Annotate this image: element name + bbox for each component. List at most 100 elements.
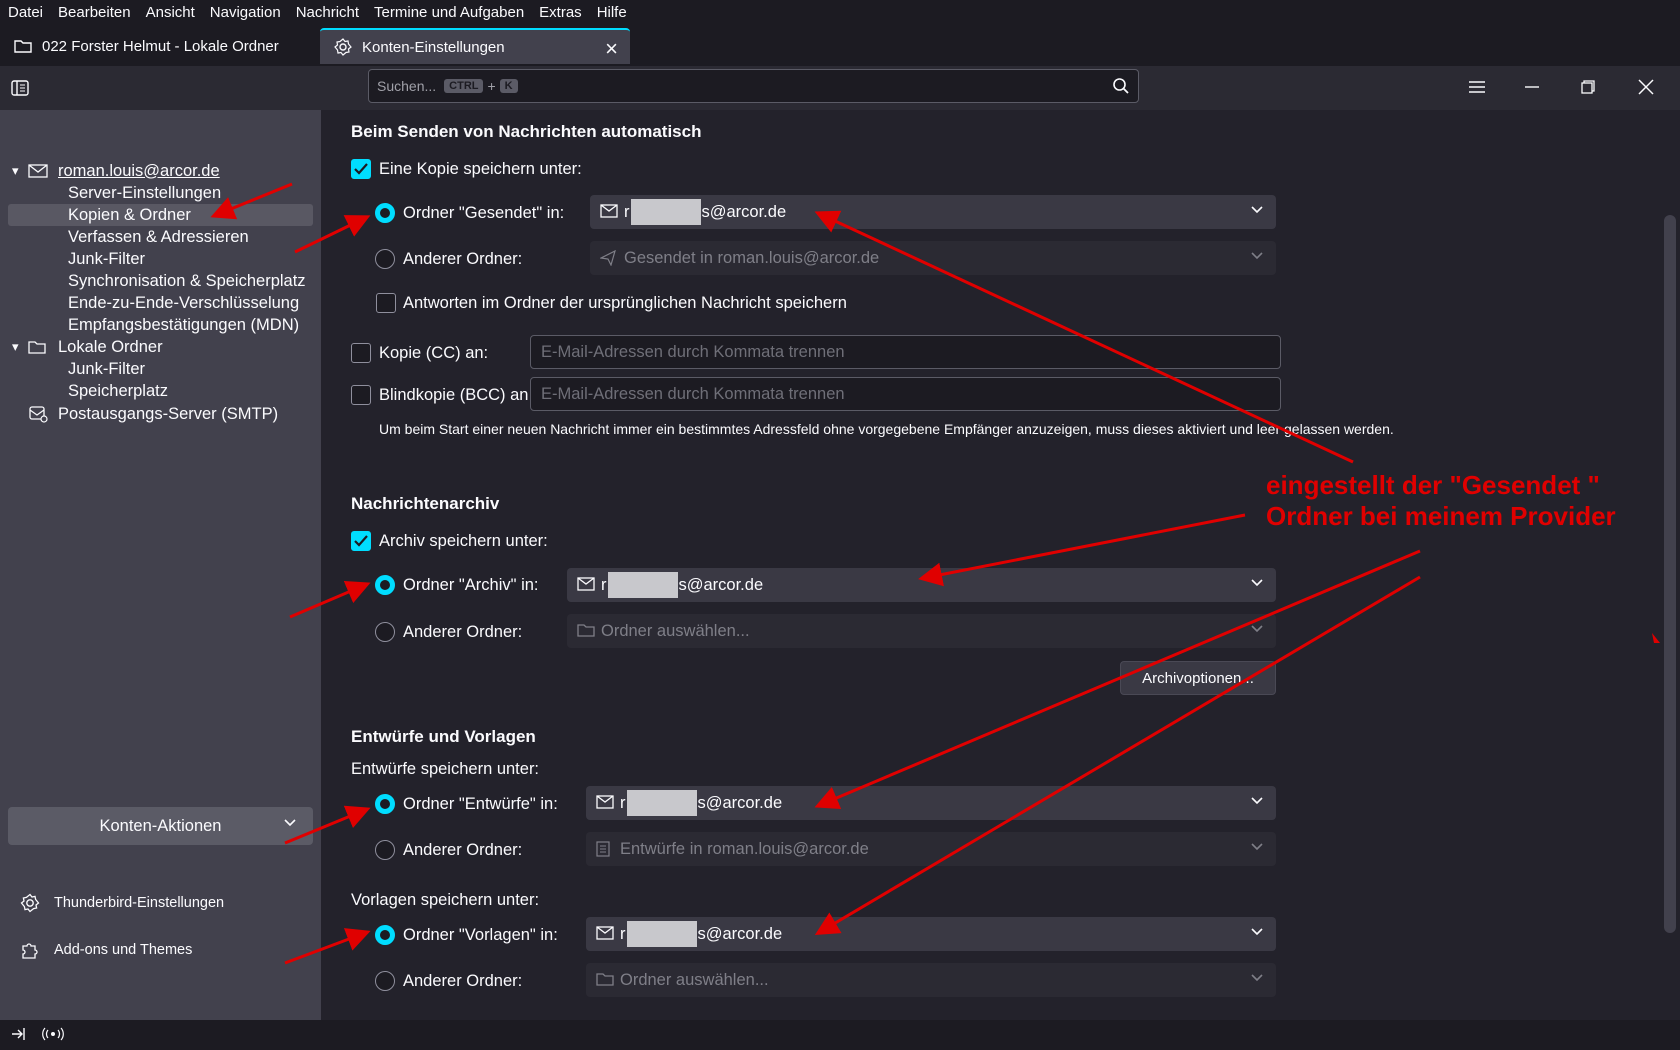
menu-extras[interactable]: Extras (539, 4, 582, 21)
chevron-down-icon[interactable]: ▾ (12, 339, 28, 355)
search-icon[interactable] (1112, 77, 1130, 98)
tab-account-settings[interactable]: Konten-Einstellungen × (320, 28, 630, 64)
menu-bearbeiten[interactable]: Bearbeiten (58, 4, 131, 21)
app-menu-icon[interactable] (1464, 74, 1490, 100)
chevron-down-icon (1250, 203, 1264, 220)
templates-folder-select[interactable]: r s@arcor.de (586, 917, 1276, 951)
tree-local-junk[interactable]: Junk-Filter (68, 358, 145, 380)
templates-other-label: Anderer Ordner: (403, 972, 523, 990)
redaction-block (626, 921, 697, 947)
chevron-down-icon (1250, 794, 1264, 811)
templates-save-label: Vorlagen speichern unter: (351, 891, 540, 909)
templates-other-select[interactable]: Ordner auswählen... (586, 963, 1276, 997)
puzzle-icon (20, 940, 42, 960)
account-actions-button[interactable]: Konten-Aktionen (8, 807, 313, 845)
tree-copies-folders[interactable]: Kopien & Ordner (8, 204, 313, 226)
cc-input[interactable]: E-Mail-Adressen durch Kommata trennen (530, 335, 1281, 369)
chevron-down-icon[interactable]: ▾ (12, 163, 28, 179)
menu-navigation[interactable]: Navigation (210, 4, 281, 21)
tree-local-storage[interactable]: Speicherplatz (68, 380, 168, 402)
drafts-folder-select[interactable]: r s@arcor.de (586, 786, 1276, 820)
shortcut-key-k: K (499, 79, 518, 93)
templates-folder-value: s@arcor.de (697, 924, 783, 943)
menu-hilfe[interactable]: Hilfe (597, 4, 627, 21)
folder-icon (28, 340, 50, 354)
tree-account[interactable]: ▾ roman.louis@arcor.de (12, 160, 220, 182)
tree-junk[interactable]: Junk-Filter (68, 248, 145, 270)
sent-other-label: Anderer Ordner: (403, 250, 523, 268)
layout-icon[interactable] (10, 78, 30, 98)
tree-smtp[interactable]: Postausgangs-Server (SMTP) (28, 403, 278, 425)
archive-other-radio[interactable] (375, 622, 395, 642)
tab-bar: 022 Forster Helmut - Lokale Ordner Konte… (0, 24, 1680, 66)
annotation-line: Ordner bei meinem Provider (1266, 501, 1616, 531)
tree-local-folders[interactable]: ▾ Lokale Ordner (12, 336, 163, 358)
annotation-line: eingestellt der "Gesendet " (1266, 470, 1600, 500)
chevron-down-icon (1250, 925, 1264, 942)
drafts-other-radio[interactable] (375, 840, 395, 860)
tree-label: Junk-Filter (68, 249, 146, 268)
archive-folder-label: Ordner "Archiv" in: (403, 576, 539, 594)
outgoing-server-icon (28, 405, 50, 423)
settings-link-label: Thunderbird-Einstellungen (54, 895, 225, 911)
restore-icon[interactable] (1575, 74, 1601, 100)
status-bar (0, 1020, 1680, 1050)
menu-datei[interactable]: Datei (8, 4, 43, 21)
redaction-block (626, 790, 697, 816)
folder-icon (577, 623, 595, 639)
online-status-icon[interactable] (42, 1027, 64, 1044)
section-title-archive: Nachrichtenarchiv (351, 494, 500, 513)
sent-folder-select[interactable]: r s@arcor.de (590, 195, 1276, 229)
drafts-folder-label: Ordner "Entwürfe" in: (403, 795, 558, 813)
smtp-label: Postausgangs-Server (SMTP) (58, 404, 279, 423)
reply-folder-checkbox[interactable] (376, 293, 396, 313)
drafts-other-select[interactable]: Entwürfe in roman.louis@arcor.de (586, 832, 1276, 866)
archive-options-button[interactable]: Archivoptionen... (1120, 661, 1276, 695)
addons-link[interactable]: Add-ons und Themes (20, 938, 192, 962)
close-window-icon[interactable] (1633, 74, 1659, 100)
tree-sync[interactable]: Synchronisation & Speicherplatz (68, 270, 306, 292)
sent-folder-radio[interactable] (375, 203, 395, 223)
drafts-folder-radio[interactable] (375, 794, 395, 814)
sent-other-radio[interactable] (375, 249, 395, 269)
cc-placeholder: E-Mail-Adressen durch Kommata trennen (541, 342, 845, 361)
vertical-scrollbar[interactable] (1660, 110, 1680, 1020)
collapse-pane-icon[interactable] (10, 1027, 26, 1044)
tree-e2e[interactable]: Ende-zu-Ende-Verschlüsselung (68, 292, 299, 314)
tree-server-settings[interactable]: Server-Einstellungen (68, 182, 221, 204)
templates-folder-radio[interactable] (375, 925, 395, 945)
scrollbar-thumb[interactable] (1664, 215, 1676, 933)
close-icon[interactable]: × (605, 36, 618, 62)
mail-account-icon (600, 204, 618, 220)
tree-label: Synchronisation & Speicherplatz (68, 271, 306, 290)
archive-folder-radio[interactable] (375, 575, 395, 595)
archive-folder-select[interactable]: r s@arcor.de (567, 568, 1276, 602)
tree-label: Empfangsbestätigungen (MDN) (68, 315, 300, 334)
menu-ansicht[interactable]: Ansicht (146, 4, 195, 21)
tab-folder[interactable]: 022 Forster Helmut - Lokale Ordner (0, 28, 315, 64)
addons-link-label: Add-ons und Themes (54, 942, 193, 958)
chevron-down-icon (1250, 622, 1264, 639)
account-name: roman.louis@arcor.de (58, 161, 220, 180)
archive-other-value: Ordner auswählen... (601, 621, 750, 640)
copy-checkbox[interactable] (351, 159, 371, 179)
thunderbird-settings-link[interactable]: Thunderbird-Einstellungen (20, 891, 224, 915)
sent-other-select[interactable]: Gesendet in roman.louis@arcor.de (590, 241, 1276, 275)
account-actions-label: Konten-Aktionen (99, 816, 222, 835)
minimize-icon[interactable] (1519, 74, 1545, 100)
chevron-down-icon (1250, 840, 1264, 857)
tree-compose[interactable]: Verfassen & Adressieren (68, 226, 249, 248)
archive-other-select[interactable]: Ordner auswählen... (567, 614, 1276, 648)
cc-checkbox[interactable] (351, 343, 371, 363)
menu-nachricht[interactable]: Nachricht (296, 4, 359, 21)
address-field-note: Um beim Start einer neuen Nachricht imme… (379, 421, 1394, 437)
templates-other-radio[interactable] (375, 971, 395, 991)
archive-checkbox[interactable] (351, 531, 371, 551)
bcc-checkbox[interactable] (351, 385, 371, 405)
search-input[interactable]: Suchen... CTRL + K (368, 69, 1139, 103)
menu-termine[interactable]: Termine und Aufgaben (374, 4, 524, 21)
tree-mdn[interactable]: Empfangsbestätigungen (MDN) (68, 314, 299, 336)
bcc-input[interactable]: E-Mail-Adressen durch Kommata trennen (530, 377, 1281, 411)
sent-folder-value-prefix: r (624, 202, 630, 221)
chevron-down-icon (1250, 576, 1264, 593)
